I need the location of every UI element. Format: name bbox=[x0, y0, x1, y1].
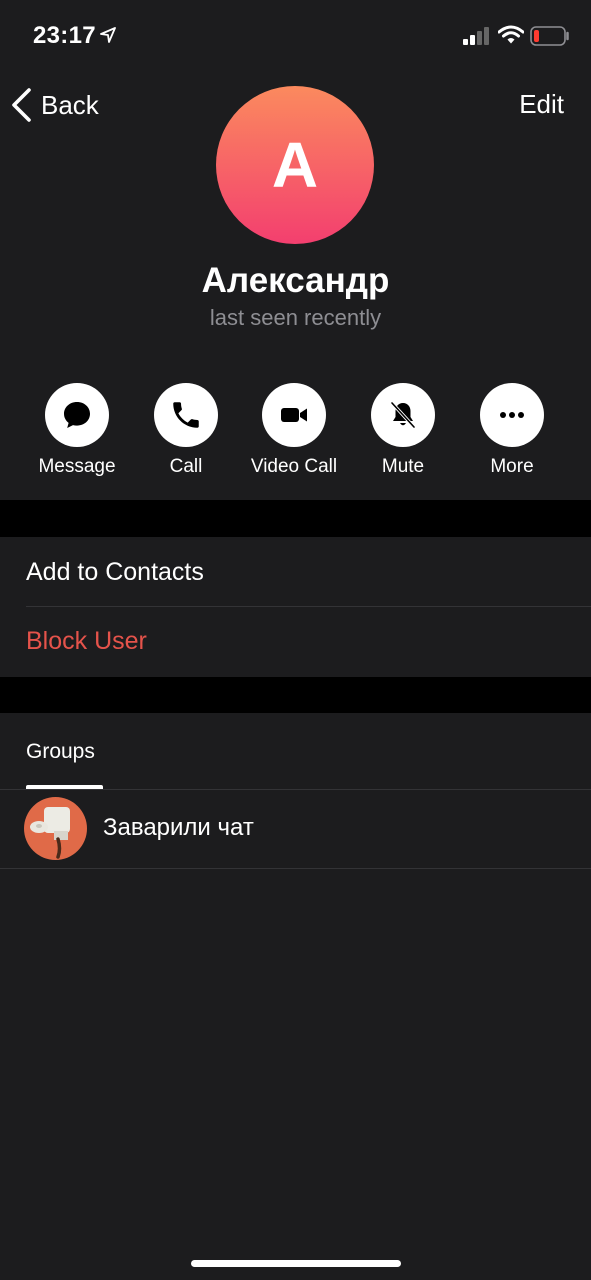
video-call-circle bbox=[262, 383, 326, 447]
call-circle bbox=[154, 383, 218, 447]
status-time: 23:17 bbox=[33, 22, 96, 49]
group-avatar bbox=[24, 797, 87, 860]
cellular-signal-icon bbox=[463, 27, 489, 45]
chevron-left-icon bbox=[12, 88, 31, 122]
block-user-button[interactable]: Block User bbox=[26, 627, 147, 656]
message-label: Message bbox=[38, 456, 116, 477]
coffee-pod-image bbox=[30, 807, 70, 859]
more-label: More bbox=[490, 456, 534, 477]
bell-slash-icon bbox=[390, 401, 416, 429]
mute-label: Mute bbox=[381, 456, 425, 477]
profile-status: last seen recently bbox=[209, 305, 382, 330]
back-label: Back bbox=[41, 89, 99, 120]
edit-button[interactable]: Edit bbox=[519, 89, 564, 120]
group-name: Заварили чат bbox=[103, 814, 254, 841]
mute-button[interactable]: Mute bbox=[343, 383, 463, 478]
wifi-icon bbox=[498, 25, 524, 44]
profile-avatar[interactable]: A bbox=[216, 86, 374, 244]
call-label: Call bbox=[169, 456, 203, 477]
home-indicator[interactable] bbox=[191, 1260, 401, 1267]
section-divider bbox=[0, 677, 591, 713]
call-button[interactable]: Call bbox=[126, 383, 246, 478]
video-call-button[interactable]: Video Call bbox=[234, 383, 354, 478]
profile-name: Александр bbox=[201, 261, 390, 300]
more-button[interactable]: More bbox=[452, 383, 572, 478]
add-to-contacts-button[interactable]: Add to Contacts bbox=[26, 558, 204, 587]
battery-low-icon bbox=[530, 26, 569, 46]
status-bar: 23:17 bbox=[0, 0, 591, 72]
avatar-initial: A bbox=[271, 129, 319, 201]
message-bubble-icon bbox=[64, 402, 90, 428]
message-circle bbox=[45, 383, 109, 447]
phone-icon bbox=[173, 402, 199, 428]
video-call-label: Video Call bbox=[250, 456, 338, 477]
video-camera-icon bbox=[281, 408, 307, 422]
message-button[interactable]: Message bbox=[17, 383, 137, 478]
back-button[interactable]: Back bbox=[10, 86, 99, 124]
tab-groups[interactable]: Groups bbox=[26, 740, 95, 764]
more-circle bbox=[480, 383, 544, 447]
row-separator bbox=[26, 606, 591, 607]
tab-separator bbox=[0, 789, 591, 790]
mute-circle bbox=[371, 383, 435, 447]
row-separator bbox=[0, 868, 591, 869]
location-arrow-icon bbox=[100, 27, 116, 43]
ellipsis-icon bbox=[500, 412, 524, 418]
section-divider bbox=[0, 500, 591, 537]
